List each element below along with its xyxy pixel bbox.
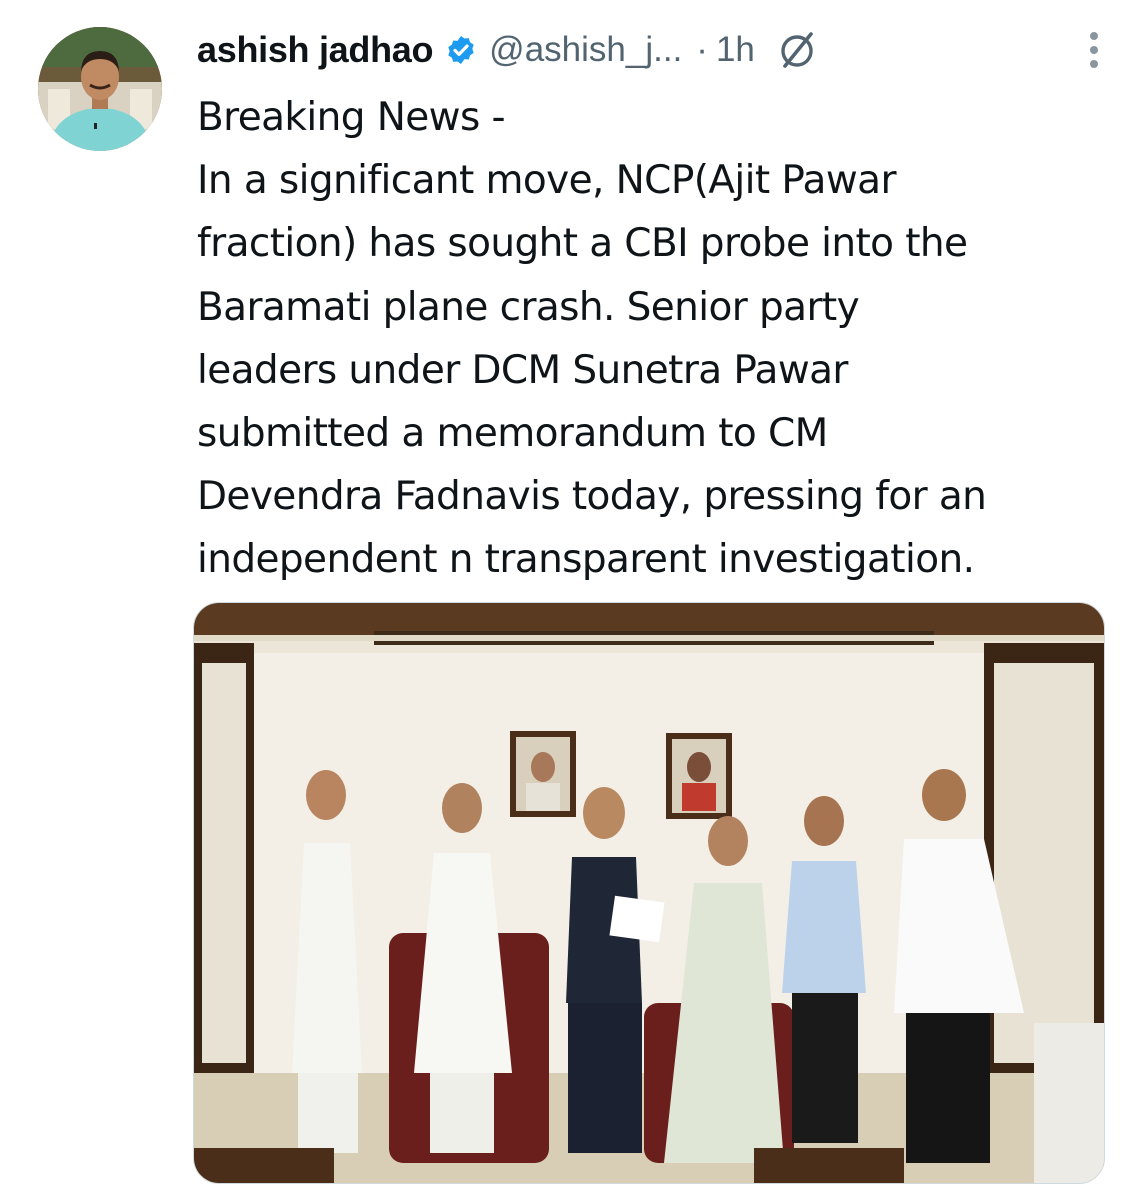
author-avatar[interactable] (38, 27, 162, 151)
tweet-header: ashish jadhao @ashish_j... · 1h (197, 22, 1122, 78)
tweet-text: Breaking News - In a significant move, N… (197, 95, 987, 583)
author-display-name[interactable]: ashish jadhao (197, 29, 433, 71)
tweet-timestamp[interactable]: 1h (716, 30, 755, 70)
tweet-photo[interactable] (193, 602, 1105, 1184)
grok-icon[interactable] (775, 28, 819, 72)
author-handle[interactable]: @ashish_j... (489, 30, 682, 70)
verified-badge-icon (445, 34, 477, 66)
more-options-icon[interactable] (1090, 32, 1098, 68)
separator-dot: · (696, 30, 708, 69)
